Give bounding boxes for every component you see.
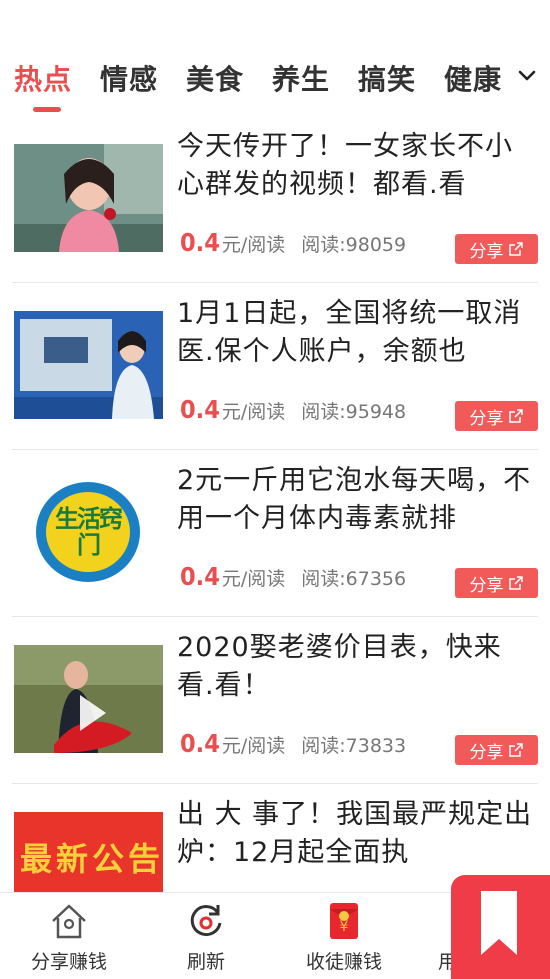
article-title[interactable]: 出 大 事了！我国最严规定出炉：12月起全面执	[177, 796, 533, 872]
share-button[interactable]: 分享	[455, 735, 538, 765]
article-item[interactable]: 1月1日起，全国将统一取消医.保个人账户，余额也 0.4 元/阅读 阅读:959…	[12, 283, 538, 450]
price-unit: 元/阅读	[221, 568, 286, 590]
article-thumbnail: 最新公告	[14, 812, 163, 892]
article-feed[interactable]: 今天传开了！一女家长不小心群发的视频！都看.看 0.4 元/阅读 阅读:9805…	[0, 116, 550, 892]
tab-health[interactable]: 健康	[444, 58, 502, 98]
article-thumbnail	[14, 144, 163, 252]
nav-refresh[interactable]: 刷新	[151, 893, 261, 979]
bookmark-icon	[481, 891, 517, 955]
envelope-symbol: ¥	[340, 919, 349, 935]
share-icon	[508, 242, 523, 256]
nav-label: 刷新	[186, 951, 225, 973]
article-thumbnail: 生活窍门	[14, 478, 163, 586]
share-label: 分享	[469, 575, 504, 596]
thumb-banner-text: 最新公告	[20, 840, 163, 878]
tab-funny[interactable]: 搞笑	[358, 58, 416, 98]
nav-label: 分享赚钱	[30, 951, 107, 973]
nav-label: 收徒赚钱	[305, 951, 382, 973]
share-label: 分享	[469, 241, 504, 262]
share-label: 分享	[469, 408, 504, 429]
price-per-read: 0.4	[180, 729, 220, 758]
active-tab-indicator	[33, 107, 61, 112]
article-meta: 0.4 元/阅读 阅读:95948	[180, 395, 406, 427]
read-count: 阅读:73833	[301, 735, 407, 757]
tab-wellness[interactable]: 养生	[272, 58, 330, 98]
share-button[interactable]: 分享	[455, 234, 538, 264]
red-envelope-icon: ¥	[330, 903, 358, 939]
price-per-read: 0.4	[180, 395, 220, 424]
share-label: 分享	[469, 742, 504, 763]
article-title[interactable]: 2元一斤用它泡水每天喝，不用一个月体内毒素就排	[177, 462, 533, 538]
nav-recruit-earn[interactable]: ¥ 收徒赚钱	[289, 893, 399, 979]
tab-emotion[interactable]: 情感	[100, 58, 158, 98]
price-per-read: 0.4	[180, 228, 220, 257]
nav-share-earn[interactable]: 分享赚钱	[14, 893, 124, 979]
article-item[interactable]: 今天传开了！一女家长不小心群发的视频！都看.看 0.4 元/阅读 阅读:9805…	[12, 116, 538, 283]
home-icon	[52, 904, 86, 939]
price-unit: 元/阅读	[221, 401, 286, 423]
price-unit: 元/阅读	[221, 234, 286, 256]
read-count: 阅读:67356	[301, 568, 407, 590]
article-thumbnail	[14, 311, 163, 419]
price-per-read: 0.4	[180, 562, 220, 591]
article-meta: 0.4 元/阅读 阅读:98059	[180, 228, 406, 260]
article-thumbnail	[14, 645, 163, 753]
share-button[interactable]: 分享	[455, 568, 538, 598]
floating-bookmark-button[interactable]	[451, 875, 550, 979]
price-unit: 元/阅读	[221, 735, 286, 757]
article-title[interactable]: 2020娶老婆价目表，快来看.看！	[177, 629, 533, 705]
thumb-logo-text: 生活窍门	[55, 505, 123, 559]
article-item[interactable]: 2020娶老婆价目表，快来看.看！ 0.4 元/阅读 阅读:73833 分享	[12, 617, 538, 784]
tab-food[interactable]: 美食	[186, 58, 244, 98]
share-icon	[508, 576, 523, 590]
article-meta: 0.4 元/阅读 阅读:67356	[180, 562, 406, 594]
chevron-down-icon[interactable]	[515, 64, 539, 88]
tab-hot[interactable]: 热点	[14, 58, 72, 98]
refresh-icon	[190, 905, 222, 937]
read-count: 阅读:98059	[301, 234, 407, 256]
article-title[interactable]: 1月1日起，全国将统一取消医.保个人账户，余额也	[177, 295, 533, 371]
read-count: 阅读:95948	[301, 401, 407, 423]
share-icon	[508, 743, 523, 757]
share-icon	[508, 409, 523, 423]
article-item[interactable]: 生活窍门 2元一斤用它泡水每天喝，不用一个月体内毒素就排 0.4 元/阅读 阅读…	[12, 450, 538, 617]
category-tabs: 热点 情感 美食 养生 搞笑 健康	[0, 52, 550, 112]
article-meta: 0.4 元/阅读 阅读:73833	[180, 729, 406, 761]
share-button[interactable]: 分享	[455, 401, 538, 431]
article-title[interactable]: 今天传开了！一女家长不小心群发的视频！都看.看	[177, 128, 533, 204]
